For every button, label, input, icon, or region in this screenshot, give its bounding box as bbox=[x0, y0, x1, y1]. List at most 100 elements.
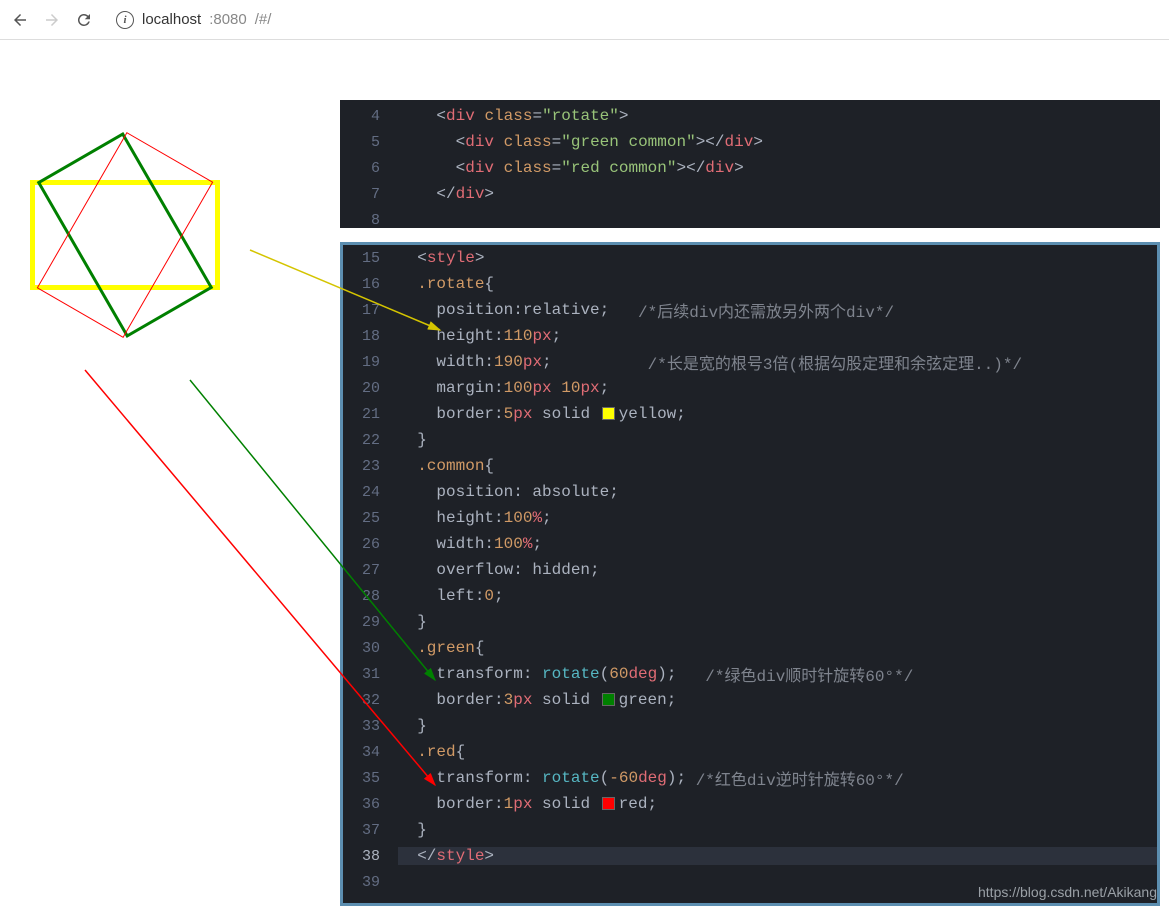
code-content[interactable]: border:1px solid red; bbox=[398, 795, 657, 813]
code-row[interactable]: 24 position: absolute; bbox=[343, 479, 1157, 505]
line-number: 34 bbox=[343, 744, 398, 761]
line-number: 39 bbox=[343, 874, 398, 891]
code-row[interactable]: 29 } bbox=[343, 609, 1157, 635]
line-number: 6 bbox=[343, 160, 398, 177]
code-row[interactable]: 31 transform: rotate(60deg); /*绿色div顺时针旋… bbox=[343, 661, 1157, 687]
code-row[interactable]: 25 height:100%; bbox=[343, 505, 1157, 531]
code-content[interactable]: <style> bbox=[398, 249, 484, 267]
forward-button[interactable] bbox=[42, 10, 62, 30]
code-row[interactable]: 28 left:0; bbox=[343, 583, 1157, 609]
line-number: 15 bbox=[343, 250, 398, 267]
line-number: 24 bbox=[343, 484, 398, 501]
line-number: 25 bbox=[343, 510, 398, 527]
code-content[interactable]: overflow: hidden; bbox=[398, 561, 600, 579]
color-swatch-icon bbox=[602, 693, 615, 706]
code-content[interactable]: } bbox=[398, 821, 427, 839]
code-content[interactable]: transform: rotate(60deg); /*绿色div顺时针旋转60… bbox=[398, 662, 913, 686]
color-swatch-icon bbox=[602, 407, 615, 420]
line-number: 28 bbox=[343, 588, 398, 605]
line-number: 22 bbox=[343, 432, 398, 449]
code-content[interactable]: width:100%; bbox=[398, 535, 542, 553]
line-number: 38 bbox=[343, 848, 398, 865]
code-row[interactable]: 30 .green{ bbox=[343, 635, 1157, 661]
watermark: https://blog.csdn.net/Akikang bbox=[978, 884, 1157, 900]
code-row[interactable]: 7 </div> bbox=[343, 181, 1157, 207]
code-content[interactable]: </style> bbox=[398, 847, 1157, 865]
line-number: 7 bbox=[343, 186, 398, 203]
line-number: 21 bbox=[343, 406, 398, 423]
code-row[interactable]: 19 width:190px; /*长是宽的根号3倍(根据勾股定理和余弦定理..… bbox=[343, 349, 1157, 375]
code-content[interactable]: left:0; bbox=[398, 587, 504, 605]
code-row[interactable]: 34 .red{ bbox=[343, 739, 1157, 765]
code-content[interactable]: <div class="red common"></div> bbox=[398, 159, 744, 177]
code-content[interactable]: } bbox=[398, 717, 427, 735]
code-row[interactable]: 32 border:3px solid green; bbox=[343, 687, 1157, 713]
code-row[interactable]: 8 bbox=[343, 207, 1157, 233]
code-content[interactable]: height:100%; bbox=[398, 509, 552, 527]
code-content[interactable]: <div class="green common"></div> bbox=[398, 133, 763, 151]
line-number: 30 bbox=[343, 640, 398, 657]
line-number: 32 bbox=[343, 692, 398, 709]
line-number: 18 bbox=[343, 328, 398, 345]
code-content[interactable]: border:3px solid green; bbox=[398, 691, 676, 709]
line-number: 5 bbox=[343, 134, 398, 151]
code-content[interactable]: } bbox=[398, 431, 427, 449]
code-row[interactable]: 27 overflow: hidden; bbox=[343, 557, 1157, 583]
code-row[interactable]: 15 <style> bbox=[343, 245, 1157, 271]
code-row[interactable]: 21 border:5px solid yellow; bbox=[343, 401, 1157, 427]
code-row[interactable]: 37 } bbox=[343, 817, 1157, 843]
line-number: 26 bbox=[343, 536, 398, 553]
code-row[interactable]: 6 <div class="red common"></div> bbox=[343, 155, 1157, 181]
code-content[interactable]: </div> bbox=[398, 185, 494, 203]
color-swatch-icon bbox=[602, 797, 615, 810]
line-number: 4 bbox=[343, 108, 398, 125]
code-content[interactable]: margin:100px 10px; bbox=[398, 379, 609, 397]
browser-toolbar: i localhost:8080/#/ bbox=[0, 0, 1169, 40]
code-row[interactable]: 38 </style> bbox=[343, 843, 1157, 869]
code-content[interactable]: transform: rotate(-60deg); /*红色div逆时针旋转6… bbox=[398, 766, 904, 790]
code-content[interactable]: position:relative; /*后续div内还需放另外两个div*/ bbox=[398, 298, 894, 322]
line-number: 16 bbox=[343, 276, 398, 293]
line-number: 37 bbox=[343, 822, 398, 839]
line-number: 35 bbox=[343, 770, 398, 787]
red-square bbox=[37, 132, 214, 338]
url-host: localhost bbox=[142, 11, 201, 28]
line-number: 20 bbox=[343, 380, 398, 397]
info-icon: i bbox=[116, 11, 134, 29]
line-number: 27 bbox=[343, 562, 398, 579]
url-port: :8080 bbox=[209, 11, 247, 28]
line-number: 29 bbox=[343, 614, 398, 631]
code-row[interactable]: 22 } bbox=[343, 427, 1157, 453]
code-content[interactable]: height:110px; bbox=[398, 327, 561, 345]
reload-button[interactable] bbox=[74, 10, 94, 30]
code-content[interactable]: .red{ bbox=[398, 743, 465, 761]
line-number: 36 bbox=[343, 796, 398, 813]
code-row[interactable]: 23 .common{ bbox=[343, 453, 1157, 479]
code-content[interactable]: border:5px solid yellow; bbox=[398, 405, 686, 423]
code-row[interactable]: 33 } bbox=[343, 713, 1157, 739]
line-number: 31 bbox=[343, 666, 398, 683]
reload-icon bbox=[75, 11, 93, 29]
code-row[interactable]: 4 <div class="rotate"> bbox=[343, 103, 1157, 129]
code-content[interactable]: .green{ bbox=[398, 639, 484, 657]
code-row[interactable]: 5 <div class="green common"></div> bbox=[343, 129, 1157, 155]
line-number: 33 bbox=[343, 718, 398, 735]
code-content[interactable]: <div class="rotate"> bbox=[398, 107, 628, 125]
code-row[interactable]: 36 border:1px solid red; bbox=[343, 791, 1157, 817]
code-row[interactable]: 26 width:100%; bbox=[343, 531, 1157, 557]
code-content[interactable]: .rotate{ bbox=[398, 275, 494, 293]
code-content[interactable]: .common{ bbox=[398, 457, 494, 475]
code-row[interactable]: 20 margin:100px 10px; bbox=[343, 375, 1157, 401]
back-button[interactable] bbox=[10, 10, 30, 30]
code-row[interactable]: 35 transform: rotate(-60deg); /*红色div逆时针… bbox=[343, 765, 1157, 791]
code-content[interactable]: position: absolute; bbox=[398, 483, 619, 501]
code-row[interactable]: 18 height:110px; bbox=[343, 323, 1157, 349]
address-bar[interactable]: i localhost:8080/#/ bbox=[116, 11, 271, 29]
line-number: 19 bbox=[343, 354, 398, 371]
arrow-left-icon bbox=[11, 11, 29, 29]
code-row[interactable]: 16 .rotate{ bbox=[343, 271, 1157, 297]
rendered-demo bbox=[20, 80, 320, 480]
code-content[interactable]: width:190px; /*长是宽的根号3倍(根据勾股定理和余弦定理..)*/ bbox=[398, 350, 1022, 374]
code-content[interactable]: } bbox=[398, 613, 427, 631]
code-row[interactable]: 17 position:relative; /*后续div内还需放另外两个div… bbox=[343, 297, 1157, 323]
